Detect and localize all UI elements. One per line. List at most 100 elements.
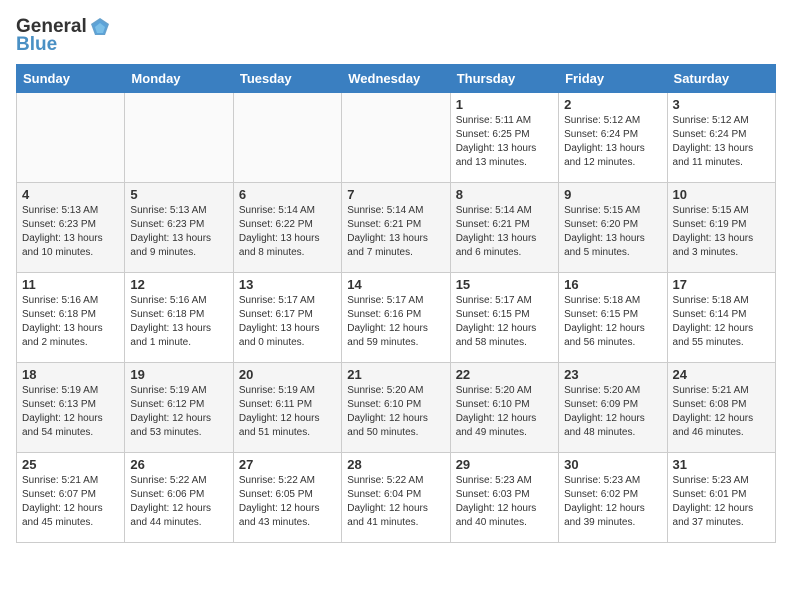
cell-content: Sunrise: 5:14 AMSunset: 6:22 PMDaylight:… (239, 205, 320, 258)
header-cell-sunday: Sunday (17, 65, 125, 93)
day-number: 16 (564, 277, 661, 292)
day-cell: 25 Sunrise: 5:21 AMSunset: 6:07 PMDayligh… (17, 453, 125, 543)
logo: General Blue (16, 16, 113, 56)
day-number: 21 (347, 367, 444, 382)
cell-content: Sunrise: 5:23 AMSunset: 6:03 PMDaylight:… (456, 475, 537, 528)
day-cell: 16Sunrise: 5:18 AMSunset: 6:15 PMDayligh… (559, 273, 667, 363)
cell-content: Sunrise: 5:12 AMSunset: 6:24 PMDaylight:… (564, 115, 645, 168)
week-row-1: 1 Sunrise: 5:11 AMSunset: 6:25 PMDaylight… (17, 93, 776, 183)
header-cell-friday: Friday (559, 65, 667, 93)
cell-content: Sunrise: 5:17 AMSunset: 6:17 PMDaylight:… (239, 295, 320, 348)
day-number: 6 (239, 187, 336, 202)
day-number: 13 (239, 277, 336, 292)
cell-content: Sunrise: 5:14 AMSunset: 6:21 PMDaylight:… (456, 205, 537, 258)
cell-content: Sunrise: 5:19 AMSunset: 6:12 PMDaylight:… (130, 385, 211, 438)
cell-content: Sunrise: 5:21 AMSunset: 6:08 PMDaylight:… (673, 385, 754, 438)
cell-content: Sunrise: 5:22 AMSunset: 6:06 PMDaylight:… (130, 475, 211, 528)
cell-content: Sunrise: 5:15 AMSunset: 6:19 PMDaylight:… (673, 205, 754, 258)
cell-content: Sunrise: 5:16 AMSunset: 6:18 PMDaylight:… (22, 295, 103, 348)
day-number: 30 (564, 457, 661, 472)
day-cell: 17Sunrise: 5:18 AMSunset: 6:14 PMDayligh… (667, 273, 775, 363)
day-number: 8 (456, 187, 553, 202)
day-cell: 2 Sunrise: 5:12 AMSunset: 6:24 PMDaylight… (559, 93, 667, 183)
day-number: 24 (673, 367, 770, 382)
day-number: 29 (456, 457, 553, 472)
day-cell: 24 Sunrise: 5:21 AMSunset: 6:08 PMDayligh… (667, 363, 775, 453)
day-number: 25 (22, 457, 119, 472)
day-number: 19 (130, 367, 227, 382)
day-cell (125, 93, 233, 183)
header-cell-thursday: Thursday (450, 65, 558, 93)
day-cell: 1 Sunrise: 5:11 AMSunset: 6:25 PMDaylight… (450, 93, 558, 183)
cell-content: Sunrise: 5:22 AMSunset: 6:04 PMDaylight:… (347, 475, 428, 528)
week-row-2: 4 Sunrise: 5:13 AMSunset: 6:23 PMDaylight… (17, 183, 776, 273)
cell-content: Sunrise: 5:17 AMSunset: 6:16 PMDaylight:… (347, 295, 428, 348)
day-cell: 18 Sunrise: 5:19 AMSunset: 6:13 PMDayligh… (17, 363, 125, 453)
day-cell: 12 Sunrise: 5:16 AMSunset: 6:18 PMDayligh… (125, 273, 233, 363)
day-cell: 15 Sunrise: 5:17 AMSunset: 6:15 PMDayligh… (450, 273, 558, 363)
day-cell: 10 Sunrise: 5:15 AMSunset: 6:19 PMDayligh… (667, 183, 775, 273)
day-cell: 11 Sunrise: 5:16 AMSunset: 6:18 PMDayligh… (17, 273, 125, 363)
day-cell: 26Sunrise: 5:22 AMSunset: 6:06 PMDayligh… (125, 453, 233, 543)
day-cell: 23Sunrise: 5:20 AMSunset: 6:09 PMDayligh… (559, 363, 667, 453)
day-number: 14 (347, 277, 444, 292)
day-cell: 19 Sunrise: 5:19 AMSunset: 6:12 PMDayligh… (125, 363, 233, 453)
day-cell: 27 Sunrise: 5:22 AMSunset: 6:05 PMDayligh… (233, 453, 341, 543)
day-cell: 7 Sunrise: 5:14 AMSunset: 6:21 PMDaylight… (342, 183, 450, 273)
day-number: 2 (564, 97, 661, 112)
day-number: 15 (456, 277, 553, 292)
cell-content: Sunrise: 5:23 AMSunset: 6:01 PMDaylight:… (673, 475, 754, 528)
day-number: 12 (130, 277, 227, 292)
cell-content: Sunrise: 5:20 AMSunset: 6:09 PMDaylight:… (564, 385, 645, 438)
day-number: 1 (456, 97, 553, 112)
day-number: 28 (347, 457, 444, 472)
cell-content: Sunrise: 5:21 AMSunset: 6:07 PMDaylight:… (22, 475, 103, 528)
logo-icon (89, 16, 111, 38)
day-cell: 9 Sunrise: 5:15 AMSunset: 6:20 PMDaylight… (559, 183, 667, 273)
header-cell-saturday: Saturday (667, 65, 775, 93)
week-row-4: 18 Sunrise: 5:19 AMSunset: 6:13 PMDayligh… (17, 363, 776, 453)
cell-content: Sunrise: 5:11 AMSunset: 6:25 PMDaylight:… (456, 115, 537, 168)
day-cell: 14 Sunrise: 5:17 AMSunset: 6:16 PMDayligh… (342, 273, 450, 363)
day-number: 27 (239, 457, 336, 472)
cell-content: Sunrise: 5:20 AMSunset: 6:10 PMDaylight:… (347, 385, 428, 438)
cell-content: Sunrise: 5:19 AMSunset: 6:11 PMDaylight:… (239, 385, 320, 438)
header-cell-tuesday: Tuesday (233, 65, 341, 93)
day-cell: 21 Sunrise: 5:20 AMSunset: 6:10 PMDayligh… (342, 363, 450, 453)
header-row: SundayMondayTuesdayWednesdayThursdayFrid… (17, 65, 776, 93)
cell-content: Sunrise: 5:15 AMSunset: 6:20 PMDaylight:… (564, 205, 645, 258)
day-cell: 6 Sunrise: 5:14 AMSunset: 6:22 PMDaylight… (233, 183, 341, 273)
cell-content: Sunrise: 5:23 AMSunset: 6:02 PMDaylight:… (564, 475, 645, 528)
day-number: 20 (239, 367, 336, 382)
day-cell (342, 93, 450, 183)
day-cell: 3Sunrise: 5:12 AMSunset: 6:24 PMDaylight… (667, 93, 775, 183)
day-cell: 30 Sunrise: 5:23 AMSunset: 6:02 PMDayligh… (559, 453, 667, 543)
cell-content: Sunrise: 5:13 AMSunset: 6:23 PMDaylight:… (130, 205, 211, 258)
day-number: 4 (22, 187, 119, 202)
day-cell: 31 Sunrise: 5:23 AMSunset: 6:01 PMDayligh… (667, 453, 775, 543)
week-row-5: 25 Sunrise: 5:21 AMSunset: 6:07 PMDayligh… (17, 453, 776, 543)
day-cell (17, 93, 125, 183)
cell-content: Sunrise: 5:14 AMSunset: 6:21 PMDaylight:… (347, 205, 428, 258)
cell-content: Sunrise: 5:22 AMSunset: 6:05 PMDaylight:… (239, 475, 320, 528)
day-cell: 8 Sunrise: 5:14 AMSunset: 6:21 PMDaylight… (450, 183, 558, 273)
day-cell: 13 Sunrise: 5:17 AMSunset: 6:17 PMDayligh… (233, 273, 341, 363)
calendar-table: SundayMondayTuesdayWednesdayThursdayFrid… (16, 64, 776, 543)
cell-content: Sunrise: 5:17 AMSunset: 6:15 PMDaylight:… (456, 295, 537, 348)
day-number: 5 (130, 187, 227, 202)
day-number: 18 (22, 367, 119, 382)
day-number: 3 (673, 97, 770, 112)
cell-content: Sunrise: 5:19 AMSunset: 6:13 PMDaylight:… (22, 385, 103, 438)
day-number: 31 (673, 457, 770, 472)
day-cell: 29 Sunrise: 5:23 AMSunset: 6:03 PMDayligh… (450, 453, 558, 543)
day-number: 7 (347, 187, 444, 202)
cell-content: Sunrise: 5:13 AMSunset: 6:23 PMDaylight:… (22, 205, 103, 258)
day-cell: 5 Sunrise: 5:13 AMSunset: 6:23 PMDaylight… (125, 183, 233, 273)
cell-content: Sunrise: 5:16 AMSunset: 6:18 PMDaylight:… (130, 295, 211, 348)
day-number: 11 (22, 277, 119, 292)
header: General Blue (16, 16, 776, 56)
day-number: 9 (564, 187, 661, 202)
day-cell: 22Sunrise: 5:20 AMSunset: 6:10 PMDayligh… (450, 363, 558, 453)
logo-blue: Blue (16, 34, 57, 56)
day-number: 10 (673, 187, 770, 202)
